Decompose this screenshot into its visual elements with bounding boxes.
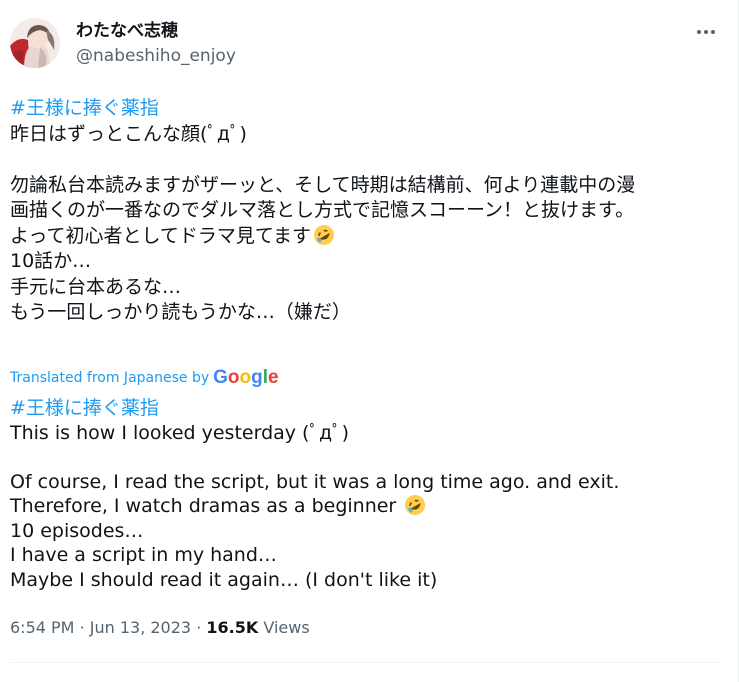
translation-label: Translated from Japanese by xyxy=(10,370,210,386)
tweet-line-with-emoji: Therefore, I watch dramas as a beginner xyxy=(10,494,726,519)
avatar-illustration xyxy=(10,18,60,68)
tweet-text-translation: #王様に捧ぐ薬指 This is how I looked yesterday … xyxy=(10,396,726,592)
rolling-on-floor-laughing-emoji xyxy=(405,495,426,515)
tweet[interactable]: わたなべ志穂 @nabeshiho_enjoy #王様に捧ぐ薬指 昨日はずっとこ… xyxy=(0,0,739,682)
tweet-line: 手元に台本あるな… xyxy=(10,275,182,298)
user-handle[interactable]: @nabeshiho_enjoy xyxy=(76,45,236,67)
tweet-line: 10話か… xyxy=(10,250,92,272)
tweet-line: I have a script in my hand… xyxy=(10,544,277,566)
views-label: Views xyxy=(263,618,310,637)
tweet-line: 昨日はずっとこんな顔(ﾟдﾟ) xyxy=(10,122,247,145)
tweet-time[interactable]: 6:54 PM xyxy=(10,618,74,637)
tweet-line: 10 episodes… xyxy=(10,519,144,542)
tweet-line: 勿論私台本読みますがザーッと、そして時期は結構前、何より連載中の漫 xyxy=(10,173,636,196)
tweet-line xyxy=(10,147,726,173)
meta-separator: · xyxy=(196,618,202,637)
rolling-on-floor-laughing-emoji xyxy=(313,224,334,245)
tweet-line: This is how I looked yesterday (ﾟдﾟ) xyxy=(10,421,350,444)
tweet-line-text: Therefore, I watch dramas as a beginner xyxy=(10,495,397,517)
tweet-line: Maybe I should read it again… (I don't l… xyxy=(10,568,438,591)
translation-attribution[interactable]: Translated from Japanese by Google xyxy=(10,367,279,389)
more-options-icon xyxy=(697,30,715,34)
avatar[interactable] xyxy=(10,18,60,68)
tweet-metadata: 6:54 PM · Jun 13, 2023 · 16.5K Views xyxy=(10,617,310,639)
tweet-date[interactable]: Jun 13, 2023 xyxy=(90,618,191,637)
google-logo: Google xyxy=(213,367,279,388)
hashtag-link[interactable]: #王様に捧ぐ薬指 xyxy=(10,397,159,419)
tweet-line: Of course, I read the script, but it was… xyxy=(10,470,620,493)
tweet-line-text: よって初心者としてドラマ見てます xyxy=(10,224,311,247)
views-count: 16.5K xyxy=(206,618,259,637)
tweet-line: 画描くのが一番なのでダルマ落とし方式で記憶スコーーン！と抜けます。 xyxy=(10,199,635,221)
tweet-line-with-emoji: よって初心者としてドラマ見てます xyxy=(10,224,726,250)
meta-separator: · xyxy=(79,618,85,637)
divider xyxy=(10,662,719,663)
more-options-button[interactable] xyxy=(692,20,720,44)
tweet-line: もう一回しっかり読もうかな…（嫌だ） xyxy=(10,301,351,323)
tweet-line xyxy=(10,445,726,470)
tweet-text-original: #王様に捧ぐ薬指 昨日はずっとこんな顔(ﾟдﾟ) 勿論私台本読みますがザーッと、… xyxy=(10,96,726,326)
hashtag-link[interactable]: #王様に捧ぐ薬指 xyxy=(10,97,159,119)
display-name[interactable]: わたなべ志穂 xyxy=(76,20,178,42)
